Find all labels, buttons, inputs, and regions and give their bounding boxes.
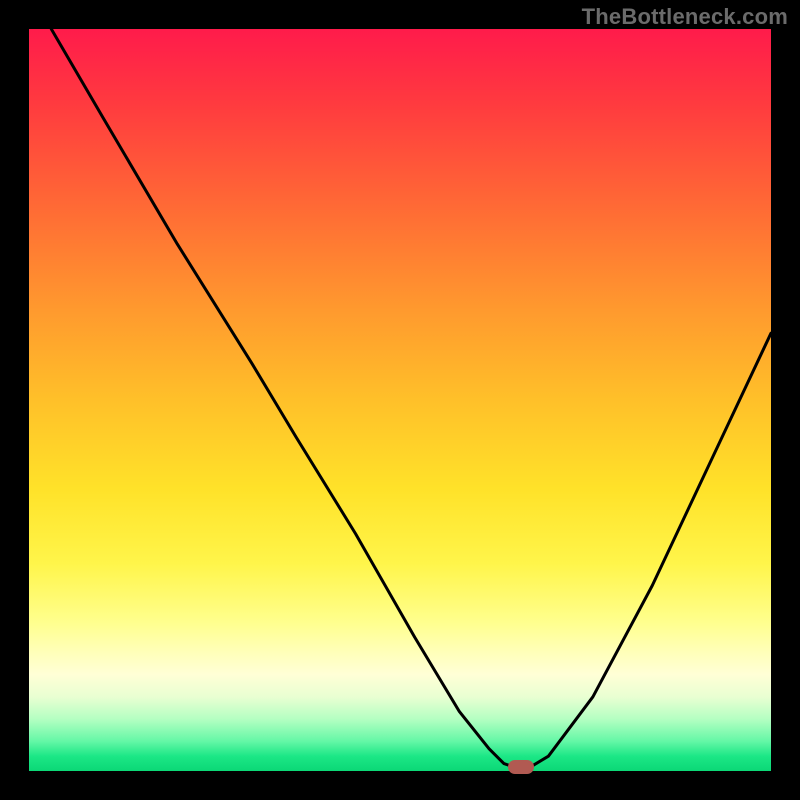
bottleneck-curve	[29, 29, 771, 771]
optimum-marker	[508, 760, 534, 774]
plot-area	[29, 29, 771, 771]
chart-frame: TheBottleneck.com	[0, 0, 800, 800]
watermark-text: TheBottleneck.com	[582, 4, 788, 30]
